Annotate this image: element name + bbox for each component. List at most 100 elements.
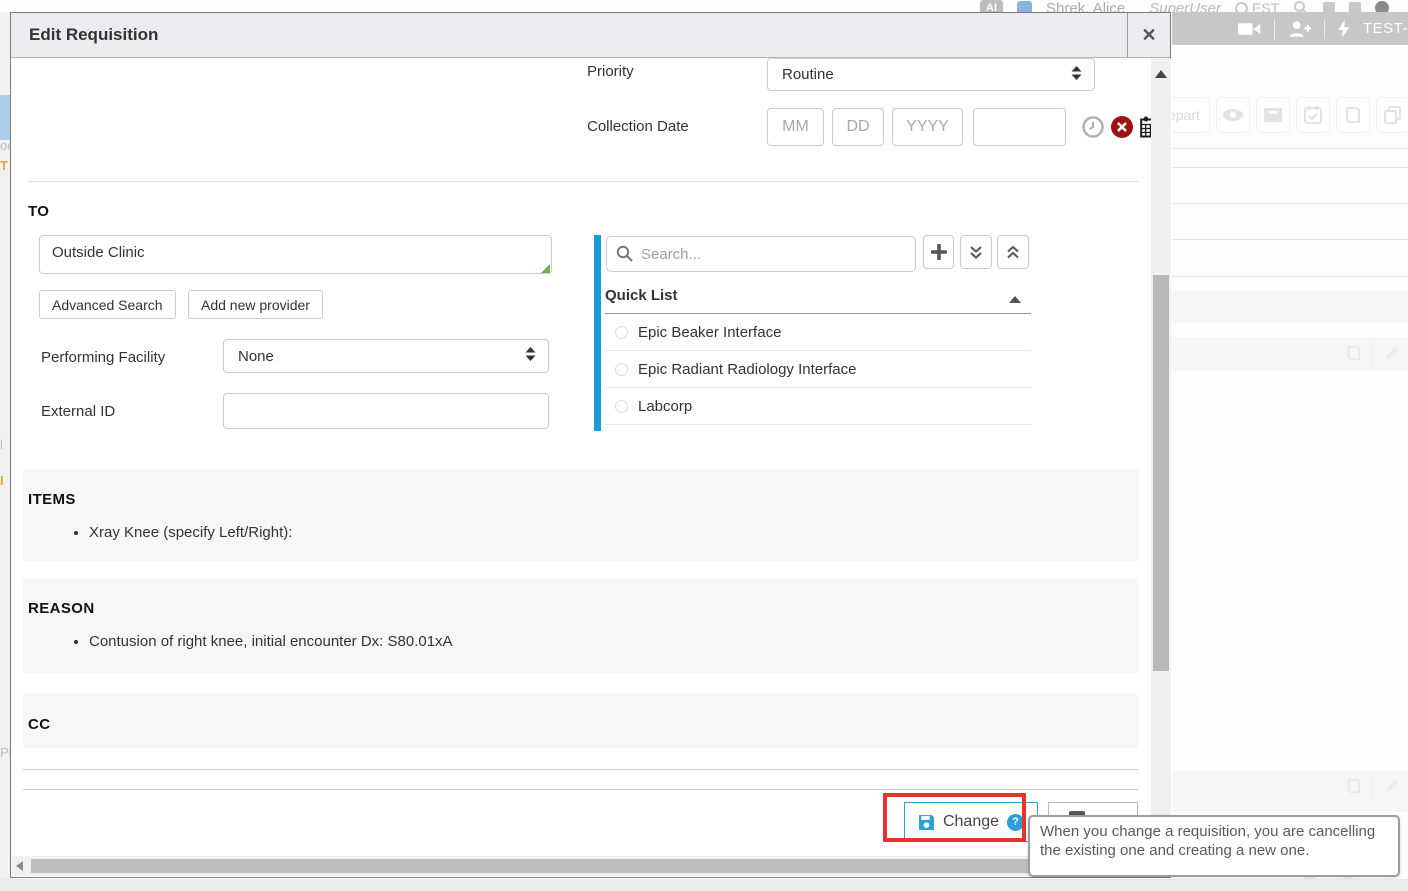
ai-badge: AI (980, 0, 1003, 12)
cc-heading: CC (28, 716, 1138, 733)
quick-list-item[interactable]: Epic Beaker Interface (605, 314, 1031, 351)
quick-list-item[interactable]: Labcorp (605, 388, 1031, 425)
search-icon (616, 245, 633, 262)
radio-icon[interactable] (615, 326, 628, 339)
performing-facility-label: Performing Facility (41, 349, 165, 366)
quick-list-item-label: Epic Radiant Radiology Interface (638, 361, 856, 378)
help-icon: ? (1007, 814, 1024, 831)
footer-divider (23, 789, 1138, 790)
clear-date-button[interactable] (1111, 116, 1133, 138)
vertical-scrollbar-thumb[interactable] (1153, 275, 1169, 671)
background-text-fragment: T (0, 158, 8, 173)
dialog-header: Edit Requisition ✕ (11, 13, 1170, 58)
collection-time-input[interactable] (973, 108, 1066, 146)
resize-grip-icon[interactable] (541, 264, 550, 273)
user-name: Shrek, Alice (1046, 0, 1125, 12)
phone-icon (1349, 2, 1361, 12)
radio-icon[interactable] (615, 400, 628, 413)
performing-facility-select[interactable]: None (223, 339, 549, 373)
priority-label: Priority (587, 63, 634, 80)
background-bottom-strip (0, 879, 1408, 891)
external-id-input[interactable] (223, 393, 549, 429)
section-divider (28, 181, 1138, 182)
add-new-provider-button[interactable]: Add new provider (188, 290, 323, 319)
scroll-up-arrow-icon[interactable] (1155, 70, 1167, 78)
quick-list-title: Quick List (605, 287, 678, 304)
eye-icon (1216, 97, 1250, 133)
archive-box-icon (1256, 97, 1290, 133)
add-recipient-button[interactable] (923, 235, 954, 269)
close-button[interactable]: ✕ (1127, 13, 1170, 57)
set-time-now-button[interactable] (1082, 116, 1104, 138)
expand-all-button[interactable] (960, 235, 992, 269)
quick-list-item-label: Labcorp (638, 398, 692, 415)
background-left-sidebar: oe T l I Pr (0, 12, 10, 891)
horizontal-scrollbar-thumb[interactable] (31, 859, 1149, 873)
collection-day-input[interactable] (832, 108, 884, 146)
lock-icon (1323, 2, 1335, 12)
cc-section: CC (23, 694, 1138, 748)
external-id-label: External ID (41, 403, 115, 420)
environment-label: TEST- (1363, 20, 1408, 37)
calendar-check-icon (1296, 97, 1330, 133)
pencil-icon (1384, 345, 1400, 361)
scroll-left-arrow-icon[interactable] (16, 861, 23, 871)
timezone-indicator: EST (1235, 0, 1279, 12)
horizontal-scrollbar[interactable] (12, 856, 1151, 876)
pencil-icon (1384, 778, 1400, 794)
dialog-title: Edit Requisition (29, 13, 158, 57)
clear-circle-icon (1111, 116, 1133, 138)
double-chevron-down-icon (969, 245, 983, 260)
select-arrows-icon (525, 347, 536, 365)
quick-list-item-label: Epic Beaker Interface (638, 324, 781, 341)
help-icon (1375, 1, 1389, 12)
edit-requisition-dialog: Edit Requisition ✕ Priority Routine Coll… (10, 12, 1171, 878)
collapse-all-button[interactable] (997, 235, 1029, 269)
collection-date-label: Collection Date (587, 118, 689, 135)
background-text-fragment: I (0, 473, 4, 488)
items-section: ITEMS Xray Knee (specify Left/Right): (23, 469, 1138, 561)
screen: AI Shrek, Alice SuperUser EST oe T l I P… (0, 0, 1408, 891)
background-selected-tab (0, 95, 10, 140)
quick-list-item[interactable]: Epic Radiant Radiology Interface (605, 351, 1031, 388)
background-user-bar: AI Shrek, Alice SuperUser EST (0, 0, 1408, 12)
avatar (1017, 1, 1032, 13)
search-icon (1293, 0, 1309, 12)
select-arrows-icon (1071, 66, 1082, 84)
items-heading: ITEMS (28, 491, 1138, 508)
save-icon (918, 814, 935, 831)
change-button[interactable]: Change ? (904, 802, 1038, 842)
tooltip: When you change a requisition, you are c… (1028, 815, 1400, 877)
background-toolbar: epart (1172, 97, 1408, 133)
background-row (1172, 337, 1408, 371)
priority-value: Routine (782, 66, 834, 83)
directory-search-input[interactable] (606, 236, 916, 272)
reason-heading: REASON (28, 600, 1138, 617)
reason-section: REASON Contusion of right knee, initial … (23, 578, 1138, 673)
background-right-panel: TEST- epart (1172, 12, 1408, 891)
background-top-bar: TEST- (1172, 12, 1408, 45)
double-chevron-up-icon (1006, 245, 1020, 260)
directory-search (606, 236, 916, 272)
collection-year-input[interactable] (892, 108, 963, 146)
depart-button: epart (1172, 97, 1210, 133)
lightning-bolt-icon (1338, 20, 1350, 38)
quick-list-header[interactable]: Quick List (605, 287, 1031, 313)
advanced-search-button[interactable]: Advanced Search (39, 290, 176, 319)
change-button-label: Change (943, 813, 999, 831)
recipient-textarea[interactable]: Outside Clinic (39, 235, 552, 274)
background-text-fragment: l (0, 437, 3, 452)
radio-icon[interactable] (615, 363, 628, 376)
clock-icon (1235, 2, 1248, 13)
priority-select[interactable]: Routine (767, 58, 1095, 91)
vertical-scrollbar[interactable] (1151, 58, 1171, 856)
background-text-fragment: Pr (0, 745, 10, 760)
close-icon: ✕ (1141, 25, 1156, 45)
user-role: SuperUser (1149, 0, 1221, 12)
collection-month-input[interactable] (767, 108, 824, 146)
book-icon (1346, 778, 1362, 794)
copy-icon (1376, 97, 1408, 133)
collapse-arrow-icon (1009, 296, 1021, 303)
clock-icon (1082, 116, 1104, 138)
directory-accent-bar (594, 235, 601, 431)
